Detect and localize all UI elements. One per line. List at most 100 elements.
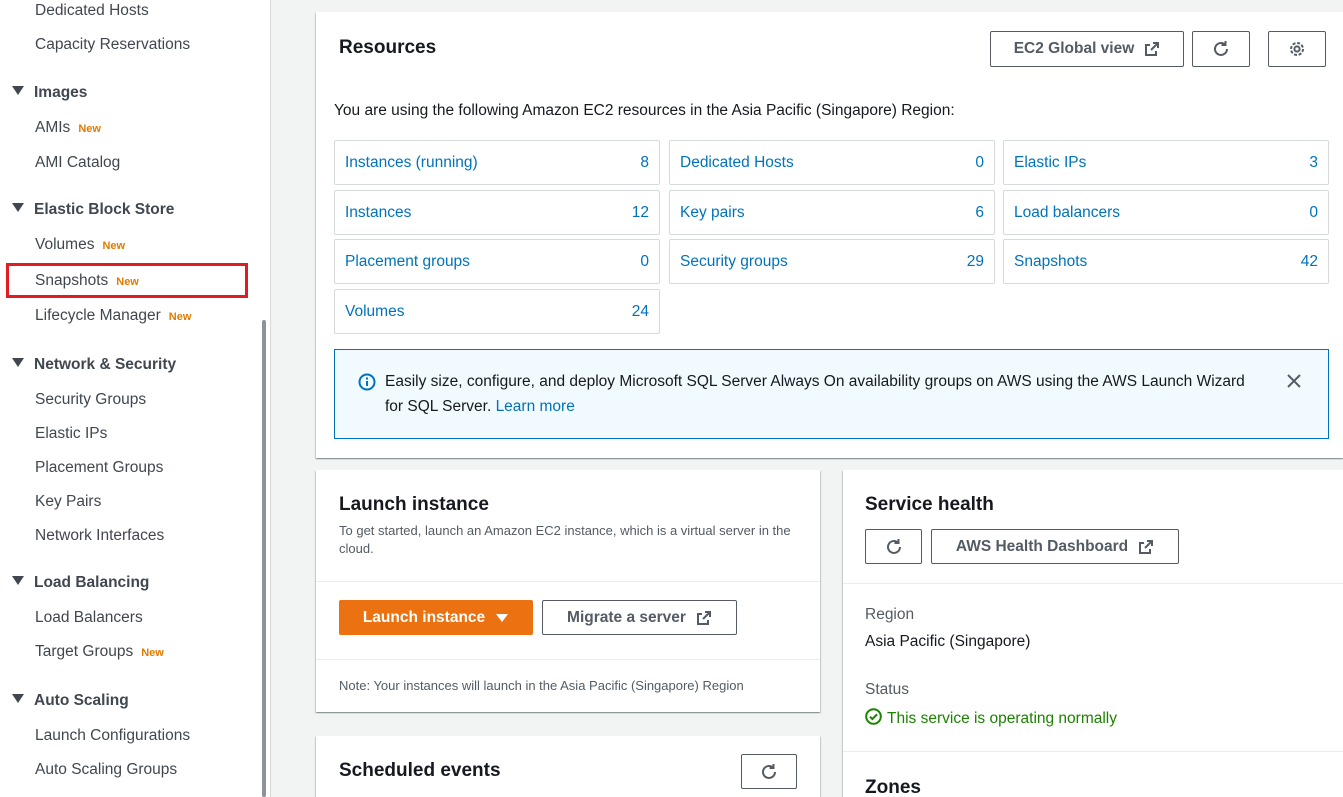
- refresh-resources-button[interactable]: [1192, 31, 1250, 67]
- snapshots-highlight-box: [6, 263, 248, 298]
- resource-label: Instances: [345, 203, 412, 221]
- resource-placement-groups[interactable]: Placement groups 0: [334, 239, 660, 284]
- sidebar-section-load-balancing[interactable]: Load Balancing: [12, 574, 149, 592]
- button-label: Launch instance: [362, 608, 486, 626]
- sidebar-section-auto-scaling[interactable]: Auto Scaling: [12, 692, 129, 710]
- resource-count: 3: [1309, 153, 1318, 171]
- caret-down-icon: [12, 358, 24, 368]
- resource-label: Key pairs: [680, 203, 745, 221]
- sidebar-item-capacity-reservations[interactable]: Capacity Reservations: [35, 36, 190, 54]
- resources-intro-text: You are using the following Amazon EC2 r…: [334, 102, 955, 119]
- sidebar-item-label: Key Pairs: [35, 493, 102, 510]
- sidebar-item-dedicated-hosts[interactable]: Dedicated Hosts: [35, 2, 149, 20]
- status-label: Status: [865, 681, 909, 698]
- resource-dedicated-hosts[interactable]: Dedicated Hosts 0: [669, 140, 995, 185]
- sidebar-item-label: Volumes: [35, 236, 95, 253]
- caret-down-icon: [12, 694, 24, 704]
- resource-security-groups[interactable]: Security groups 29: [669, 239, 995, 284]
- resource-label: Load balancers: [1014, 203, 1120, 221]
- resource-key-pairs[interactable]: Key pairs 6: [669, 190, 995, 235]
- sidebar-item-launch-configurations[interactable]: Launch Configurations: [35, 727, 190, 745]
- refresh-icon: [885, 538, 903, 556]
- divider: [316, 581, 820, 582]
- section-title: Load Balancing: [34, 574, 150, 591]
- sidebar-item-key-pairs[interactable]: Key Pairs: [35, 493, 101, 511]
- learn-more-link[interactable]: Learn more: [496, 398, 575, 415]
- sidebar-item-auto-scaling-groups[interactable]: Auto Scaling Groups: [35, 761, 177, 779]
- new-badge: New: [78, 123, 101, 135]
- sidebar-item-lifecycle-manager[interactable]: Lifecycle Manager New: [35, 307, 191, 325]
- sidebar-item-label: Elastic IPs: [35, 425, 108, 442]
- resources-title: Resources: [339, 37, 437, 58]
- resource-label: Instances (running): [345, 153, 478, 171]
- external-link-icon: [696, 610, 712, 626]
- resource-snapshots[interactable]: Snapshots 42: [1003, 239, 1329, 284]
- sidebar-item-placement-groups[interactable]: Placement Groups: [35, 459, 163, 477]
- sidebar-item-label: Load Balancers: [35, 609, 143, 626]
- sidebar-section-network-security[interactable]: Network & Security: [12, 356, 176, 374]
- sidebar-item-label: Capacity Reservations: [35, 36, 191, 53]
- status-text: This service is operating normally: [887, 710, 1118, 727]
- sidebar-item-label: AMI Catalog: [35, 154, 121, 171]
- aws-health-dashboard-button[interactable]: AWS Health Dashboard: [931, 529, 1179, 564]
- resource-volumes[interactable]: Volumes 24: [334, 289, 660, 334]
- close-icon[interactable]: [1285, 372, 1303, 394]
- divider: [843, 751, 1343, 752]
- launch-region-note: Note: Your instances will launch in the …: [339, 678, 744, 693]
- sidebar-item-label: Security Groups: [35, 391, 147, 408]
- sidebar-item-elastic-ips[interactable]: Elastic IPs: [35, 425, 107, 443]
- region-value: Asia Pacific (Singapore): [865, 633, 1031, 650]
- resource-count: 6: [975, 203, 984, 221]
- sidebar-section-images[interactable]: Images: [12, 84, 87, 102]
- ec2-global-view-button[interactable]: EC2 Global view: [990, 31, 1184, 67]
- resource-instances-running[interactable]: Instances (running) 8: [334, 140, 660, 185]
- sidebar-item-label: Lifecycle Manager: [35, 307, 161, 324]
- resource-load-balancers[interactable]: Load balancers 0: [1003, 190, 1329, 235]
- refresh-icon: [760, 763, 778, 781]
- section-title: Images: [34, 84, 88, 101]
- resource-instances[interactable]: Instances 12: [334, 190, 660, 235]
- settings-button[interactable]: [1268, 31, 1326, 67]
- sidebar-item-ami-catalog[interactable]: AMI Catalog: [35, 154, 120, 172]
- refresh-events-button[interactable]: [741, 754, 797, 789]
- resource-count: 29: [966, 252, 984, 270]
- migrate-server-button[interactable]: Migrate a server: [542, 600, 737, 635]
- sidebar-section-ebs[interactable]: Elastic Block Store: [12, 201, 174, 219]
- external-link-icon: [1144, 41, 1160, 57]
- sidebar-item-label: AMIs: [35, 119, 71, 136]
- resource-count: 24: [631, 302, 649, 320]
- divider: [843, 583, 1343, 584]
- sidebar-item-label: Placement Groups: [35, 459, 164, 476]
- caret-down-icon: [12, 576, 24, 586]
- launch-instance-button[interactable]: Launch instance: [339, 600, 533, 635]
- sidebar-item-target-groups[interactable]: Target Groups New: [35, 643, 164, 661]
- sidebar-nav: Dedicated Hosts Capacity Reservations Im…: [0, 0, 271, 797]
- button-label: AWS Health Dashboard: [955, 537, 1129, 555]
- sidebar-item-label: Launch Configurations: [35, 727, 191, 744]
- resource-label: Dedicated Hosts: [680, 153, 794, 171]
- divider: [316, 659, 820, 660]
- launch-instance-description: To get started, launch an Amazon EC2 ins…: [339, 523, 791, 556]
- sidebar-item-load-balancers[interactable]: Load Balancers: [35, 609, 143, 627]
- new-badge: New: [102, 240, 126, 252]
- resource-label: Snapshots: [1014, 252, 1088, 270]
- sidebar-item-amis[interactable]: AMIs New: [35, 119, 101, 137]
- caret-down-icon: [12, 86, 24, 96]
- sidebar-item-network-interfaces[interactable]: Network Interfaces: [35, 527, 164, 545]
- button-label: Migrate a server: [567, 608, 686, 626]
- sidebar-item-security-groups[interactable]: Security Groups: [35, 391, 146, 409]
- launch-instance-panel: Launch instance To get started, launch a…: [316, 470, 820, 712]
- resource-elastic-ips[interactable]: Elastic IPs 3: [1003, 140, 1329, 185]
- sidebar-scrollbar[interactable]: [262, 320, 266, 797]
- gear-icon: [1288, 40, 1306, 58]
- resource-count: 8: [640, 153, 649, 171]
- refresh-health-button[interactable]: [865, 529, 922, 564]
- resource-count: 0: [640, 252, 649, 270]
- info-alert: Easily size, configure, and deploy Micro…: [334, 349, 1329, 439]
- resource-count: 0: [1309, 203, 1318, 221]
- service-health-panel: Service health AWS Health Dashboard Regi…: [843, 470, 1343, 797]
- resources-panel: Resources EC2 Global view You are using …: [316, 12, 1343, 458]
- scheduled-events-title: Scheduled events: [339, 760, 501, 781]
- sidebar-item-label: Target Groups: [35, 643, 134, 660]
- sidebar-item-volumes[interactable]: Volumes New: [35, 236, 125, 254]
